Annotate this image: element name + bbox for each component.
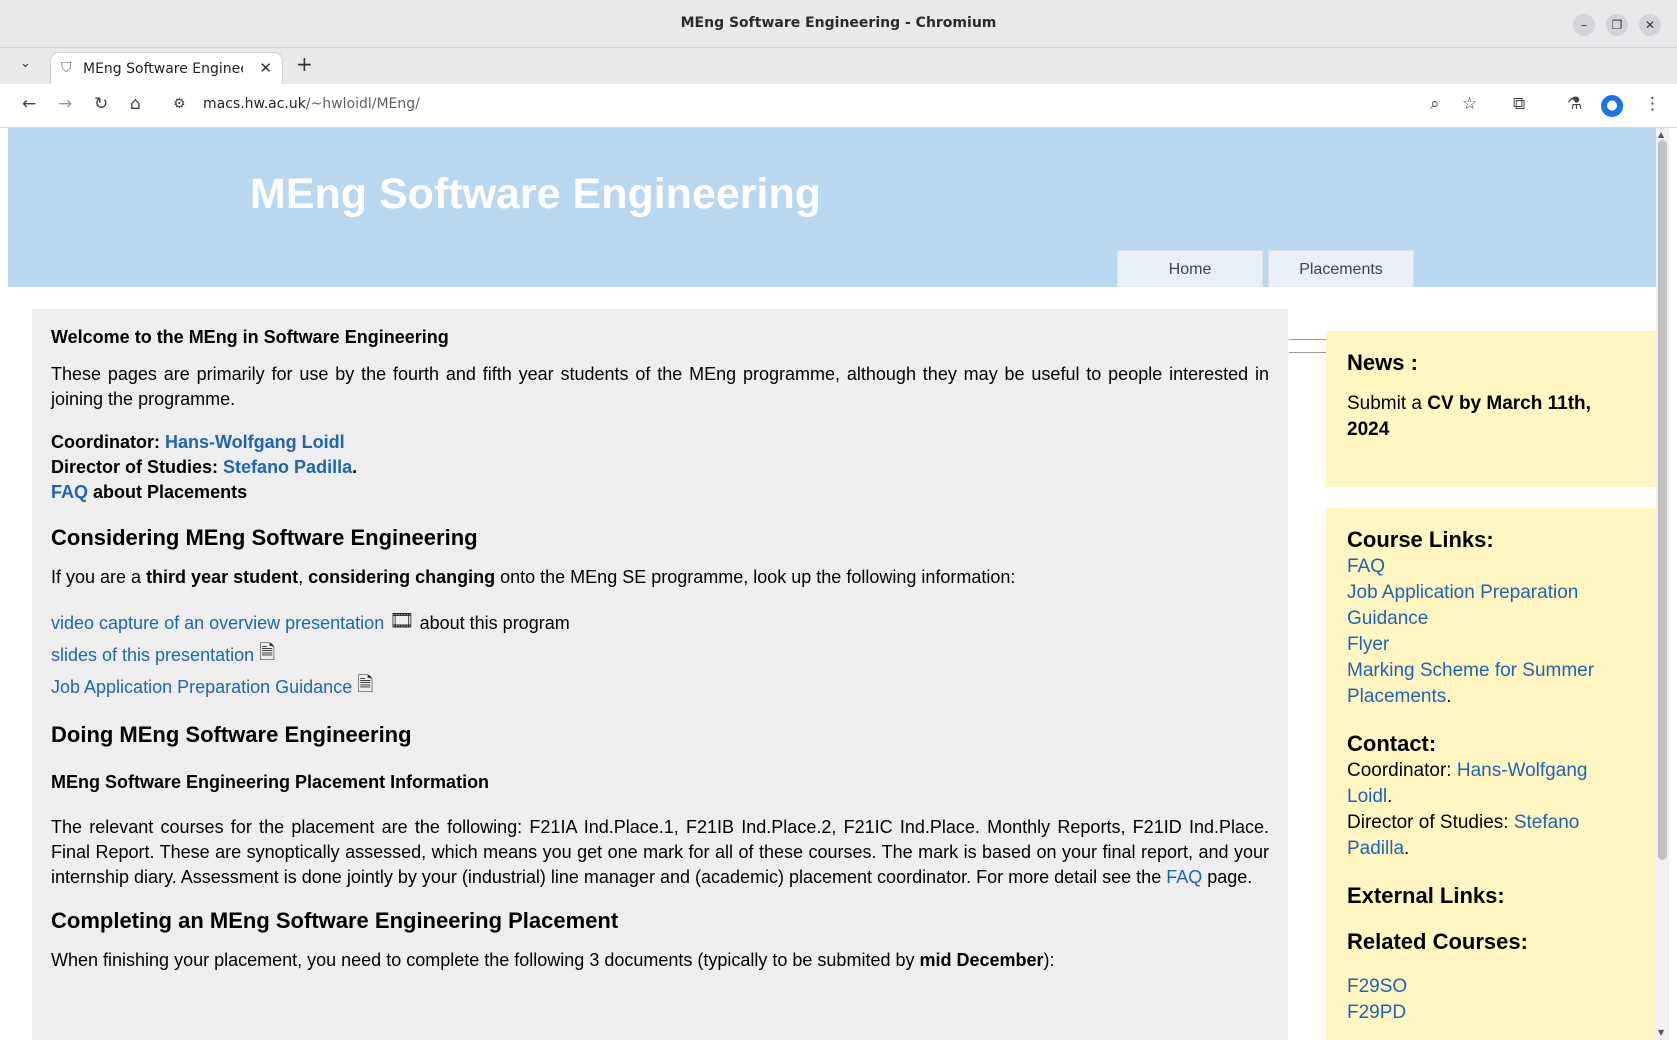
profile-avatar-icon[interactable]: ● <box>1601 95 1623 117</box>
news-text: Submit a CV by March 11th, 2024 <box>1347 393 1591 440</box>
shield-icon: ⛉ <box>61 60 72 76</box>
restore-button[interactable]: ❐ <box>1606 14 1628 36</box>
external-links-heading: External Links: <box>1347 883 1505 908</box>
home-icon[interactable]: ⌂ <box>130 94 141 114</box>
director-link[interactable]: Stefano Padilla <box>223 457 352 477</box>
contact-block: Coordinator: Hans-Wolfgang Loidl. Direct… <box>1347 760 1588 859</box>
address-bar[interactable]: macs.hw.ac.uk/~hwloidl/MEng/ <box>203 96 420 112</box>
intro-paragraph: These pages are primarily for use by the… <box>51 364 1269 409</box>
film-icon[interactable]: 🎞 <box>389 606 414 636</box>
course-links-heading: Course Links: <box>1347 527 1494 552</box>
welcome-heading: Welcome to the MEng in Software Engineer… <box>51 327 449 347</box>
close-window-button[interactable]: ✕ <box>1639 14 1661 36</box>
placement-paragraph: The relevant courses for the placement a… <box>51 817 1269 887</box>
slides-link[interactable]: slides of this presentation <box>51 645 254 665</box>
director-label: Director of Studies: <box>51 457 219 477</box>
placement-info-heading: MEng Software Engineering Placement Info… <box>51 772 490 792</box>
video-suffix: about this program <box>419 613 570 633</box>
reload-icon[interactable]: ↻ <box>94 94 108 114</box>
course-link-faq[interactable]: FAQ <box>1347 556 1385 577</box>
doing-heading: Doing MEng Software Engineering <box>51 722 412 747</box>
site-banner: MEng Software Engineering Home Placement… <box>8 128 1656 287</box>
bookmark-star-icon[interactable]: ☆ <box>1462 94 1477 114</box>
labs-flask-icon[interactable]: ⚗ <box>1567 94 1582 114</box>
video-link[interactable]: video capture of an overview presentatio… <box>51 613 384 633</box>
placement-faq-link[interactable]: FAQ <box>1166 867 1202 887</box>
nav-tab-placements[interactable]: Placements <box>1268 250 1414 287</box>
separator-line <box>1289 339 1326 340</box>
document-icon[interactable]: 🗎 <box>259 638 275 668</box>
tab-strip: ⌄ ⛉ MEng Software Engineering ✕ + <box>0 48 1677 84</box>
news-heading: News : <box>1347 350 1418 375</box>
back-arrow-icon[interactable]: ← <box>22 94 36 114</box>
completing-heading: Completing an MEng Software Engineering … <box>51 908 619 933</box>
considering-heading: Considering MEng Software Engineering <box>51 525 478 550</box>
minimize-button[interactable]: – <box>1573 14 1595 36</box>
course-link-flyer[interactable]: Flyer <box>1347 634 1389 655</box>
zoom-icon[interactable]: ⌕ <box>1430 94 1440 114</box>
page-scrollbar[interactable]: ▲ ▼ <box>1656 128 1669 1040</box>
window-title: MEng Software Engineering - Chromium <box>680 15 997 31</box>
resource-links: video capture of an overview presentatio… <box>51 606 1269 702</box>
related-courses-list: F29SO F29PD <box>1347 974 1635 1026</box>
tab-title: MEng Software Engineering <box>83 61 243 77</box>
browser-toolbar: ← → ↻ ⌂ ⚙ macs.hw.ac.uk/~hwloidl/MEng/ ⌕… <box>0 84 1677 128</box>
considering-paragraph: If you are a third year student, conside… <box>51 567 1016 587</box>
scroll-down-arrow-icon[interactable]: ▼ <box>1658 1028 1664 1037</box>
contacts-block: Coordinator: Hans-Wolfgang Loidl Directo… <box>51 432 358 502</box>
related-courses-heading: Related Courses: <box>1347 929 1528 954</box>
course-link-marking-scheme[interactable]: Marking Scheme for Summer Placements <box>1347 660 1594 707</box>
main-content: Welcome to the MEng in Software Engineer… <box>32 309 1288 1040</box>
tab-close-icon[interactable]: ✕ <box>259 59 272 77</box>
guidance-link[interactable]: Job Application Preparation Guidance <box>51 677 352 697</box>
site-settings-icon[interactable]: ⚙ <box>173 96 186 112</box>
nav-tab-home[interactable]: Home <box>1117 250 1263 287</box>
coordinator-label: Coordinator: <box>51 432 160 452</box>
faq-suffix: about Placements <box>93 482 248 502</box>
contact-heading: Contact: <box>1347 731 1437 756</box>
news-box: News : Submit a CV by March 11th, 2024 <box>1326 331 1656 487</box>
new-tab-icon[interactable]: + <box>296 52 313 76</box>
coordinator-link[interactable]: Hans-Wolfgang Loidl <box>165 432 345 452</box>
page-viewport: MEng Software Engineering Home Placement… <box>8 128 1656 1040</box>
extensions-icon[interactable]: ⧉ <box>1513 94 1525 114</box>
document-icon[interactable]: 🗎 <box>357 670 373 700</box>
browser-tab[interactable]: ⛉ MEng Software Engineering ✕ <box>50 52 283 84</box>
scroll-up-arrow-icon[interactable]: ▲ <box>1658 130 1664 139</box>
links-sidebar: Course Links: FAQ Job Application Prepar… <box>1326 508 1656 1040</box>
url-domain: macs.hw.ac.uk <box>203 96 306 112</box>
course-link-guidance[interactable]: Job Application Preparation Guidance <box>1347 582 1578 629</box>
menu-kebab-icon[interactable]: ⋮ <box>1644 94 1661 114</box>
related-course-f29so[interactable]: F29SO <box>1347 976 1407 997</box>
scrollbar-thumb[interactable] <box>1658 140 1667 860</box>
related-course-f29pd[interactable]: F29PD <box>1347 1002 1406 1023</box>
course-links-list: FAQ Job Application Preparation Guidance… <box>1347 556 1595 707</box>
tab-list-chevron-icon[interactable]: ⌄ <box>20 56 31 71</box>
completing-paragraph: When finishing your placement, you need … <box>51 950 1055 970</box>
window-titlebar: MEng Software Engineering - Chromium – ❐… <box>0 0 1677 48</box>
site-title: MEng Software Engineering <box>250 170 821 218</box>
faq-link[interactable]: FAQ <box>51 482 88 502</box>
url-path: /~hwloidl/MEng/ <box>305 96 420 112</box>
separator-line <box>1289 352 1326 353</box>
forward-arrow-icon[interactable]: → <box>58 94 72 114</box>
